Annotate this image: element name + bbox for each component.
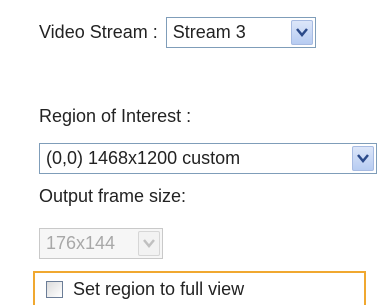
roi-select-row: (0,0) 1468x1200 custom	[39, 143, 377, 174]
roi-value: (0,0) 1468x1200 custom	[46, 148, 241, 168]
chevron-down-icon[interactable]	[290, 20, 313, 45]
output-frame-select-row: 176x144	[39, 228, 163, 259]
video-stream-row: Video Stream : Stream 3	[39, 17, 316, 48]
roi-label: Region of Interest :	[39, 106, 192, 126]
full-view-highlight: Set region to full view	[33, 271, 366, 305]
video-stream-value: Stream 3	[172, 22, 246, 42]
output-frame-value: 176x144	[46, 233, 116, 253]
video-stream-label: Video Stream :	[39, 22, 158, 42]
video-stream-select[interactable]: Stream 3	[165, 17, 316, 48]
output-frame-label-row: Output frame size:	[39, 186, 186, 207]
full-view-checkbox[interactable]	[46, 280, 63, 298]
roi-select[interactable]: (0,0) 1468x1200 custom	[39, 143, 377, 174]
roi-label-row: Region of Interest :	[39, 106, 191, 127]
chevron-down-icon	[138, 231, 160, 256]
chevron-down-icon[interactable]	[352, 146, 374, 171]
output-frame-select[interactable]: 176x144	[39, 228, 163, 259]
output-frame-label: Output frame size:	[39, 186, 187, 206]
full-view-label[interactable]: Set region to full view	[73, 279, 244, 300]
